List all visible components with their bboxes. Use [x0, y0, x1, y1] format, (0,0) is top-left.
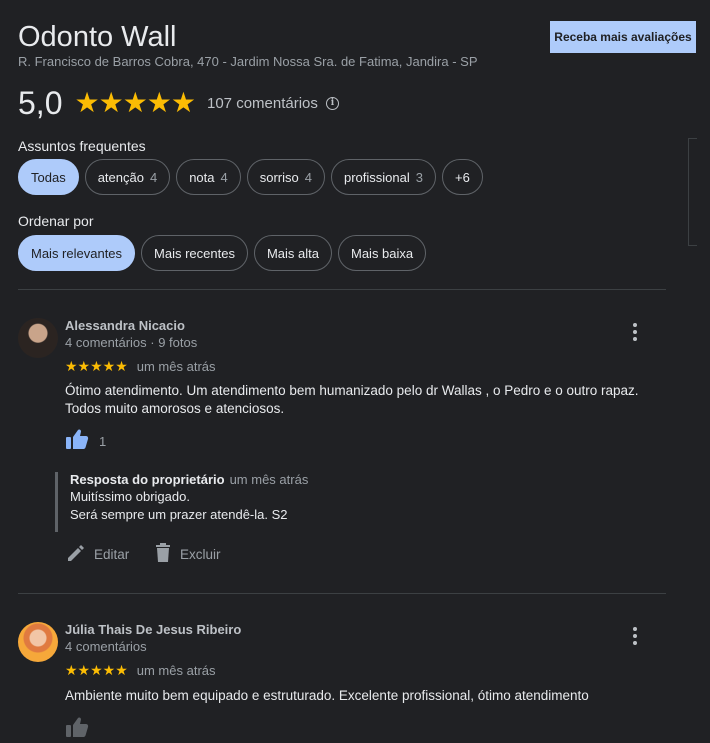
- place-title: Odonto Wall: [18, 21, 177, 53]
- divider: [18, 593, 666, 594]
- sort-highest[interactable]: Mais alta: [253, 235, 332, 271]
- divider: [18, 289, 666, 290]
- review-text: Ótimo atendimento. Um atendimento bem hu…: [65, 383, 639, 416]
- chip-label: atenção: [97, 169, 144, 185]
- sort-lowest[interactable]: Mais baixa: [338, 235, 427, 271]
- topic-chip-sorriso[interactable]: sorriso 4: [246, 159, 325, 195]
- edit-icon: [66, 543, 86, 566]
- delete-icon: [154, 543, 172, 566]
- chip-label: sorriso: [259, 169, 299, 185]
- topics-label: Assuntos frequentes: [18, 138, 146, 154]
- reply-owner-label: Resposta do proprietário: [70, 472, 225, 487]
- edit-reply-button[interactable]: Editar: [66, 543, 129, 566]
- reply-time: um mês atrás: [229, 472, 309, 487]
- topic-chip-profissional[interactable]: profissional 3: [331, 159, 436, 195]
- chip-count: 4: [220, 169, 228, 185]
- reviewer-meta: 4 comentários · 9 fotos: [65, 335, 198, 350]
- delete-label: Excluir: [180, 547, 221, 562]
- like-count: 1: [99, 434, 107, 449]
- rating-value: 5,0: [18, 85, 63, 121]
- sort-newest[interactable]: Mais recentes: [141, 235, 248, 271]
- avatar[interactable]: [18, 622, 58, 662]
- chip-label: nota: [189, 169, 215, 185]
- reviewer-name[interactable]: Alessandra Nicacio: [65, 318, 185, 334]
- reviewer-name[interactable]: Júlia Thais De Jesus Ribeiro: [65, 622, 241, 638]
- get-more-reviews-button[interactable]: Receba mais avaliações: [550, 21, 696, 53]
- delete-reply-button[interactable]: Excluir: [154, 543, 221, 566]
- thumb-up-icon[interactable]: [65, 428, 89, 455]
- scrollbar[interactable]: [688, 138, 697, 246]
- chip-label: +6: [455, 169, 470, 185]
- more-vert-icon[interactable]: [625, 626, 645, 646]
- reviewer-meta: 4 comentários: [65, 639, 147, 654]
- chip-count: 4: [304, 169, 312, 185]
- owner-reply: Resposta do proprietário um mês atrás Mu…: [55, 472, 615, 532]
- review-count[interactable]: 107 comentários: [207, 95, 318, 112]
- reply-text-line-2: Será sempre um prazer atendê-la. S2: [70, 507, 288, 522]
- sort-most-relevant[interactable]: Mais relevantes: [18, 235, 136, 271]
- topic-chips: Todas atenção 4 nota 4 sorriso 4 profiss…: [18, 159, 483, 195]
- topic-chip-more[interactable]: +6: [442, 159, 483, 195]
- place-address: R. Francisco de Barros Cobra, 470 - Jard…: [18, 54, 478, 69]
- topic-chip-atencao[interactable]: atenção 4: [84, 159, 171, 195]
- sort-label: Ordenar por: [18, 213, 94, 229]
- chip-count: 4: [149, 169, 158, 185]
- chip-count: 3: [415, 169, 423, 185]
- review-text: Ambiente muito bem equipado e estruturad…: [65, 688, 589, 703]
- rating-summary: 5,0 ★★★★★ 107 comentários i: [18, 86, 339, 120]
- topic-chip-all[interactable]: Todas: [18, 159, 79, 195]
- review-stars: ★★★★★: [65, 358, 128, 374]
- chip-label: Todas: [31, 169, 66, 185]
- like-row: 1: [65, 428, 106, 455]
- rating-stars: ★★★★★: [74, 87, 196, 118]
- review-time: um mês atrás: [136, 662, 216, 678]
- chip-label: profissional: [344, 169, 410, 185]
- info-icon[interactable]: i: [325, 96, 339, 110]
- edit-label: Editar: [94, 547, 130, 562]
- review-time: um mês atrás: [136, 358, 216, 374]
- review-rating-row: ★★★★★ um mês atrás: [65, 662, 216, 678]
- reply-text-line-1: Muitíssimo obrigado.: [70, 489, 190, 504]
- sort-chips: Mais relevantes Mais recentes Mais alta …: [18, 235, 427, 271]
- review-rating-row: ★★★★★ um mês atrás: [65, 358, 216, 374]
- more-vert-icon[interactable]: [625, 322, 645, 342]
- avatar[interactable]: [18, 318, 58, 358]
- review-stars: ★★★★★: [65, 662, 128, 678]
- thumb-up-icon[interactable]: [65, 716, 89, 743]
- topic-chip-nota[interactable]: nota 4: [176, 159, 241, 195]
